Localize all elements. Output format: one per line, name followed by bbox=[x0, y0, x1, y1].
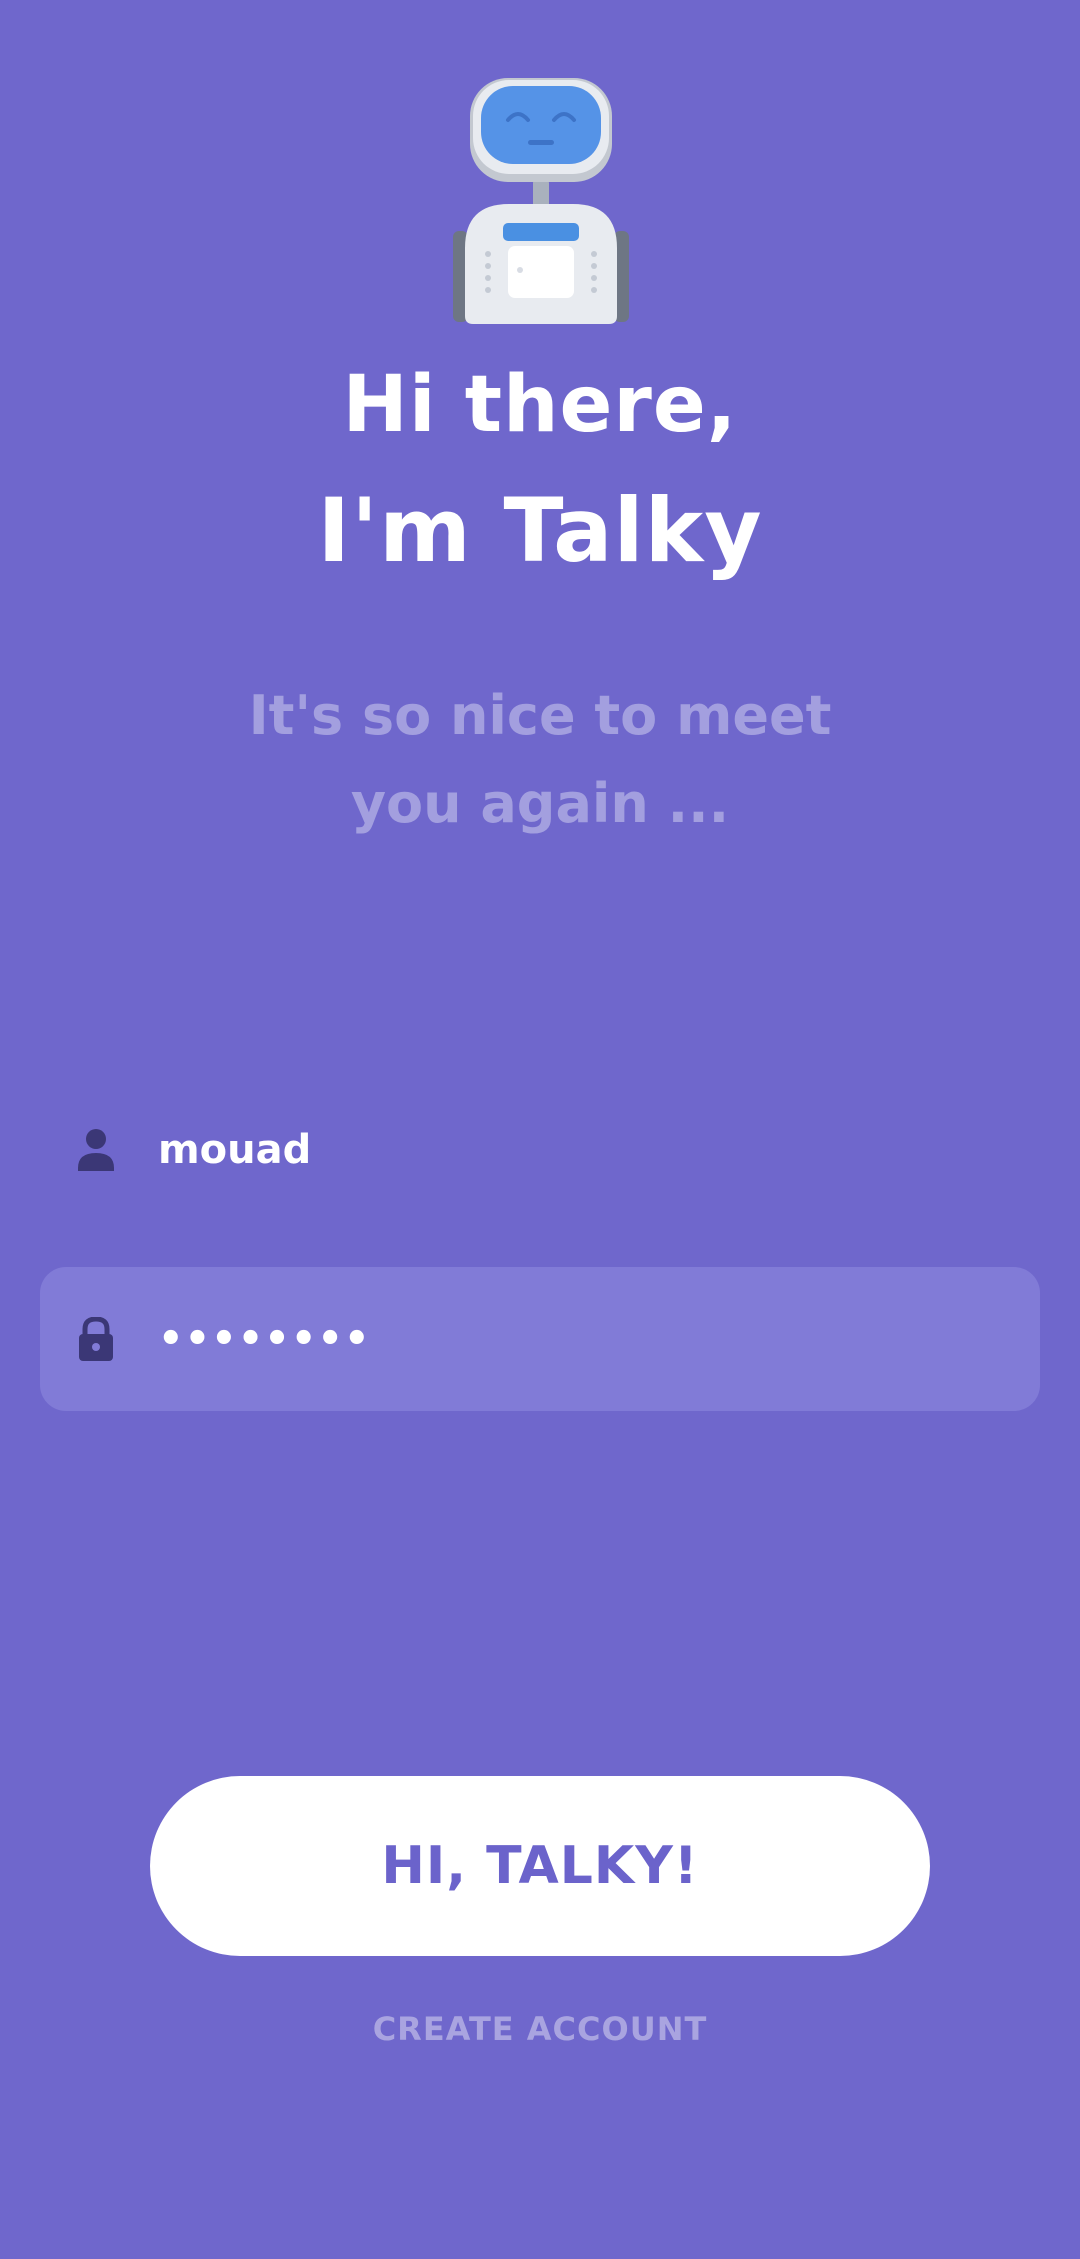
password-value: •••••••• bbox=[158, 1316, 371, 1362]
hero-title-line-2: I'm Talky bbox=[317, 479, 763, 582]
lock-icon bbox=[79, 1317, 113, 1361]
user-icon bbox=[78, 1129, 114, 1171]
username-field[interactable]: mouad bbox=[40, 1078, 1040, 1222]
hi-talky-button[interactable]: HI, TALKY! bbox=[150, 1776, 930, 1956]
hero-subtitle: It's so nice to meet you again ... bbox=[248, 684, 832, 835]
hero-title-line-1: Hi there, bbox=[342, 360, 738, 450]
username-value: mouad bbox=[158, 1127, 312, 1173]
create-account-link[interactable]: CREATE ACCOUNT bbox=[0, 2004, 1080, 2054]
robot-mascot-icon bbox=[453, 78, 629, 324]
password-field[interactable]: •••••••• bbox=[40, 1267, 1040, 1411]
